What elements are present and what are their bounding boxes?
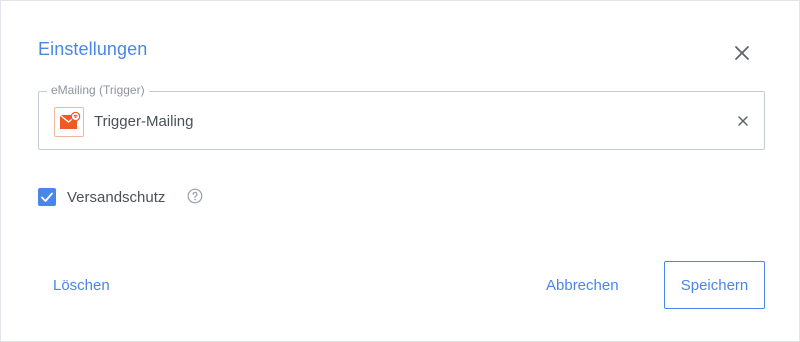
checkmark-icon: [41, 192, 53, 202]
dialog-title: Einstellungen: [38, 39, 148, 59]
field-legend: eMailing (Trigger): [47, 83, 149, 97]
mailing-value: Trigger-Mailing: [94, 113, 194, 130]
versandschutz-label[interactable]: Versandschutz: [67, 189, 165, 206]
close-button[interactable]: [732, 43, 752, 63]
clear-button[interactable]: [736, 114, 750, 128]
versandschutz-checkbox[interactable]: [38, 188, 56, 206]
delete-button[interactable]: Löschen: [53, 277, 110, 294]
close-icon: [735, 46, 749, 60]
help-circle-icon[interactable]: [187, 188, 203, 204]
clear-icon: [738, 116, 748, 126]
save-button[interactable]: Speichern: [664, 261, 765, 309]
emailing-trigger-field[interactable]: eMailing (Trigger) Trigger-Mailing: [38, 83, 765, 150]
settings-dialog: Einstellungen eMailing (Trigger) Trigger…: [0, 0, 800, 342]
cancel-button[interactable]: Abbrechen: [546, 277, 619, 294]
trigger-mailing-icon: [54, 107, 84, 137]
